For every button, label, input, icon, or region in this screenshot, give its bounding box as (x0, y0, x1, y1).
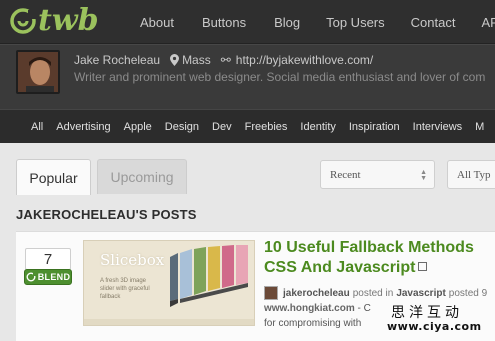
profile-header: Jake Rocheleau Mass ⚯ http://byjakewithl… (0, 44, 495, 109)
swirl-logo-icon (10, 8, 36, 34)
nav-api[interactable]: API (481, 15, 495, 30)
profile-details: Jake Rocheleau Mass ⚯ http://byjakewithl… (74, 53, 373, 67)
category-advertising[interactable]: Advertising (56, 121, 110, 133)
tab-popular[interactable]: Popular (16, 159, 91, 195)
profile-website[interactable]: http://byjakewithlove.com/ (236, 53, 373, 67)
tab-upcoming[interactable]: Upcoming (97, 159, 187, 194)
logo-wordmark: twb (38, 3, 99, 38)
posted-in-label: posted in (352, 287, 394, 299)
post-thumbnail[interactable]: Slicebox A fresh 3D image slider with gr… (83, 240, 255, 326)
blend-label: BLEND (37, 272, 71, 282)
profile-name[interactable]: Jake Rocheleau (74, 53, 160, 67)
posts-heading: JAKEROCHELEAU'S POSTS (16, 207, 197, 222)
nav-blog[interactable]: Blog (274, 15, 300, 30)
post-meta: jakerocheleau posted in Javascript poste… (264, 286, 490, 300)
post-title[interactable]: 10 Useful Fallback Methods CSS And Javas… (264, 238, 495, 278)
swirl-icon (26, 272, 36, 282)
category-interviews[interactable]: Interviews (413, 121, 463, 133)
twb-logo[interactable]: twb (10, 4, 110, 38)
select-arrows-icon: ▲ ▼ (420, 168, 427, 182)
vote-count: 7 (25, 248, 71, 270)
sort-select[interactable]: Recent ▲ ▼ (320, 160, 435, 189)
category-all[interactable]: All (31, 121, 43, 133)
category-freebies[interactable]: Freebies (245, 121, 288, 133)
watermark: 思洋互动 www.ciya.com (384, 300, 492, 338)
top-header: twb About Buttons Blog Top Users Contact… (0, 0, 495, 44)
watermark-chinese: 思洋互动 (391, 305, 463, 321)
top-nav: About Buttons Blog Top Users Contact API (124, 0, 495, 44)
source-suffix: - C (357, 303, 371, 314)
type-select-value: All Typ (457, 168, 491, 181)
category-apple[interactable]: Apple (124, 121, 152, 133)
nav-contact[interactable]: Contact (411, 15, 456, 30)
author-avatar[interactable] (264, 286, 278, 300)
post-title-text: 10 Useful Fallback Methods CSS And Javas… (264, 239, 474, 276)
watermark-url: www.ciya.com (387, 320, 482, 333)
nav-about[interactable]: About (140, 15, 174, 30)
profile-location: Mass (182, 53, 211, 67)
nav-buttons[interactable]: Buttons (202, 15, 246, 30)
blend-button[interactable]: BLEND (24, 269, 72, 285)
nav-top-users[interactable]: Top Users (326, 15, 385, 30)
location-pin-icon (170, 54, 180, 66)
slicebox-illustration (84, 245, 254, 325)
category-inspiration[interactable]: Inspiration (349, 121, 400, 133)
post-category[interactable]: Javascript (396, 288, 445, 299)
external-link-icon[interactable] (418, 262, 428, 271)
category-more[interactable]: M (475, 121, 484, 133)
post-source: www.hongkiat.com - C (264, 303, 371, 314)
post-excerpt: for compromising with (264, 318, 362, 329)
avatar-photo (18, 52, 58, 92)
category-identity[interactable]: Identity (300, 121, 335, 133)
link-icon: ⚯ (220, 53, 231, 67)
category-design[interactable]: Design (165, 121, 199, 133)
profile-bio: Writer and prominent web designer. Socia… (74, 70, 486, 84)
avatar[interactable] (16, 50, 60, 94)
post-author[interactable]: jakerocheleau (283, 288, 350, 299)
sort-select-value: Recent (330, 168, 361, 181)
post-time: posted 9 (448, 287, 488, 299)
type-select[interactable]: All Typ (447, 160, 495, 189)
source-domain[interactable]: www.hongkiat.com (264, 303, 355, 314)
category-bar: All Advertising Apple Design Dev Freebie… (0, 109, 495, 143)
category-dev[interactable]: Dev (212, 121, 232, 133)
